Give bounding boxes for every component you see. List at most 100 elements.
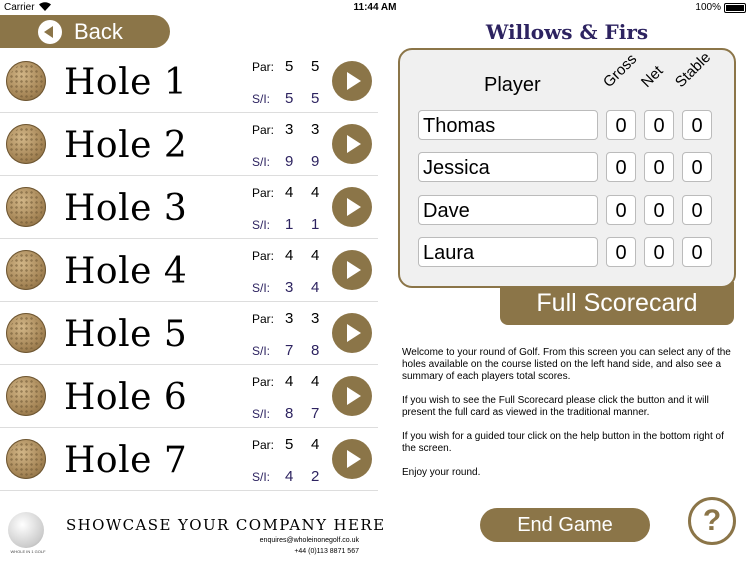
par-value-1: 5 [285,58,294,75]
hole-row[interactable]: Hole 6 Par: 4 4 S/I: 8 7 [0,365,378,428]
play-hole-icon[interactable] [332,439,372,479]
golf-ball-icon [6,313,46,353]
status-bar: Carrier 11:44 AM 100% [0,0,750,16]
hole-row[interactable]: Hole 2 Par: 3 3 S/I: 9 9 [0,113,378,176]
par-value-2: 4 [311,373,320,390]
si-value-1: 8 [285,405,294,422]
par-value-2: 5 [311,58,320,75]
full-scorecard-button[interactable]: Full Scorecard [500,282,734,325]
hole-name: Hole 5 [64,314,188,355]
si-value-1: 4 [285,468,294,485]
player-name-field[interactable]: Jessica [418,152,598,182]
si-row: S/I: 5 5 [252,90,332,108]
hole-row[interactable]: 45 [0,491,378,500]
si-value-1: 3 [285,279,294,296]
hole-list[interactable]: Hole 1 Par: 5 5 S/I: 5 5 Hole 2 Par: 3 3 S/I: 9 9 Hole… [0,50,382,500]
si-row: S/I: 7 8 [252,342,332,360]
clock-time: 11:44 AM [353,2,397,13]
par-label: Par: [252,123,275,137]
back-button[interactable]: Back [0,15,170,48]
par-value-1: 3 [285,121,294,138]
par-row: Par: 3 3 [252,121,332,139]
par-row: 45 [252,499,332,500]
stableford-score: 0 [682,110,712,140]
par-value-2: 4 [311,436,320,453]
par-row: Par: 4 4 [252,247,332,265]
company-logo: WHOLE IN 1 GOLF [8,512,48,558]
hole-stats: Par: 4 4 S/I: 1 1 [252,176,332,238]
play-hole-icon[interactable] [332,250,372,290]
player-name-field[interactable]: Dave [418,195,598,225]
golf-ball-icon [6,187,46,227]
stable-header: Stable [671,48,715,91]
si-label: S/I: [252,470,271,484]
hole-row[interactable]: Hole 5 Par: 3 3 S/I: 7 8 [0,302,378,365]
gross-score: 0 [606,152,636,182]
info-paragraph-4: Enjoy your round. [402,467,481,478]
hole-stats: Par: 5 5 S/I: 5 5 [252,50,332,112]
par-row: Par: 4 4 [252,373,332,391]
play-hole-icon[interactable] [332,187,372,227]
par-label: Par: [252,312,275,326]
si-row: S/I: 3 4 [252,279,332,297]
end-game-button[interactable]: End Game [480,508,650,542]
player-name-field[interactable]: Thomas [418,110,598,140]
info-paragraph-2: If you wish to see the Full Scorecard pl… [402,395,709,418]
si-label: S/I: [252,281,271,295]
par-value-1: 4 [285,184,294,201]
par-value-1: 4 [285,373,294,390]
help-button[interactable]: ? [688,497,736,545]
hole-stats: Par: 5 4 S/I: 4 2 [252,428,332,490]
golf-ball-icon [6,439,46,479]
si-label: S/I: [252,92,271,106]
si-label: S/I: [252,344,271,358]
par-value-1: 3 [285,310,294,327]
gross-score: 0 [606,110,636,140]
hole-name: Hole 7 [64,440,188,481]
par-label: Par: [252,249,275,263]
hole-name: Hole 2 [64,125,188,166]
si-row: S/I: 1 1 [252,216,332,234]
course-title: Willows & Firs [485,20,649,44]
back-arrow-icon [38,19,62,44]
par-value-1: 4 [285,247,294,264]
par-value-2: 4 [311,184,320,201]
play-hole-icon[interactable] [332,61,372,101]
battery-indicator: 100% [695,2,746,13]
si-value-2: 7 [311,405,320,422]
contact-info: enquires@wholeinonegolf.co.uk +44 (0)113… [260,535,359,557]
si-row: S/I: 9 9 [252,153,332,171]
hole-row[interactable]: Hole 3 Par: 4 4 S/I: 1 1 [0,176,378,239]
stableford-score: 0 [682,237,712,267]
par-value-1: 4 [285,499,293,500]
back-label: Back [74,18,123,44]
hole-stats: 45 [252,491,332,500]
player-name-field[interactable]: Laura [418,237,598,267]
net-score: 0 [644,195,674,225]
par-label: Par: [252,438,275,452]
play-hole-icon[interactable] [332,124,372,164]
hole-name: Hole 3 [64,188,188,229]
si-value-1: 5 [285,90,294,107]
play-hole-icon[interactable] [332,313,372,353]
contact-phone: +44 (0)113 8871 567 [294,548,359,555]
golf-ball-icon [6,124,46,164]
par-value-2: 5 [311,499,319,500]
hole-stats: Par: 3 3 S/I: 7 8 [252,302,332,364]
si-label: S/I: [252,155,271,169]
hole-row[interactable]: Hole 4 Par: 4 4 S/I: 3 4 [0,239,378,302]
si-value-2: 9 [311,153,320,170]
par-value-2: 3 [311,310,320,327]
par-row: Par: 5 4 [252,436,332,454]
play-hole-icon[interactable] [332,376,372,416]
stableford-score: 0 [682,152,712,182]
info-paragraph-1: Welcome to your round of Golf. From this… [402,347,731,382]
hole-row[interactable]: Hole 7 Par: 5 4 S/I: 4 2 [0,428,378,491]
player-header: Player [484,74,541,96]
gross-score: 0 [606,195,636,225]
par-label: Par: [252,186,275,200]
hole-row[interactable]: Hole 1 Par: 5 5 S/I: 5 5 [0,50,378,113]
net-score: 0 [644,237,674,267]
logo-text: WHOLE IN 1 GOLF [10,549,46,554]
golf-ball-icon [6,376,46,416]
